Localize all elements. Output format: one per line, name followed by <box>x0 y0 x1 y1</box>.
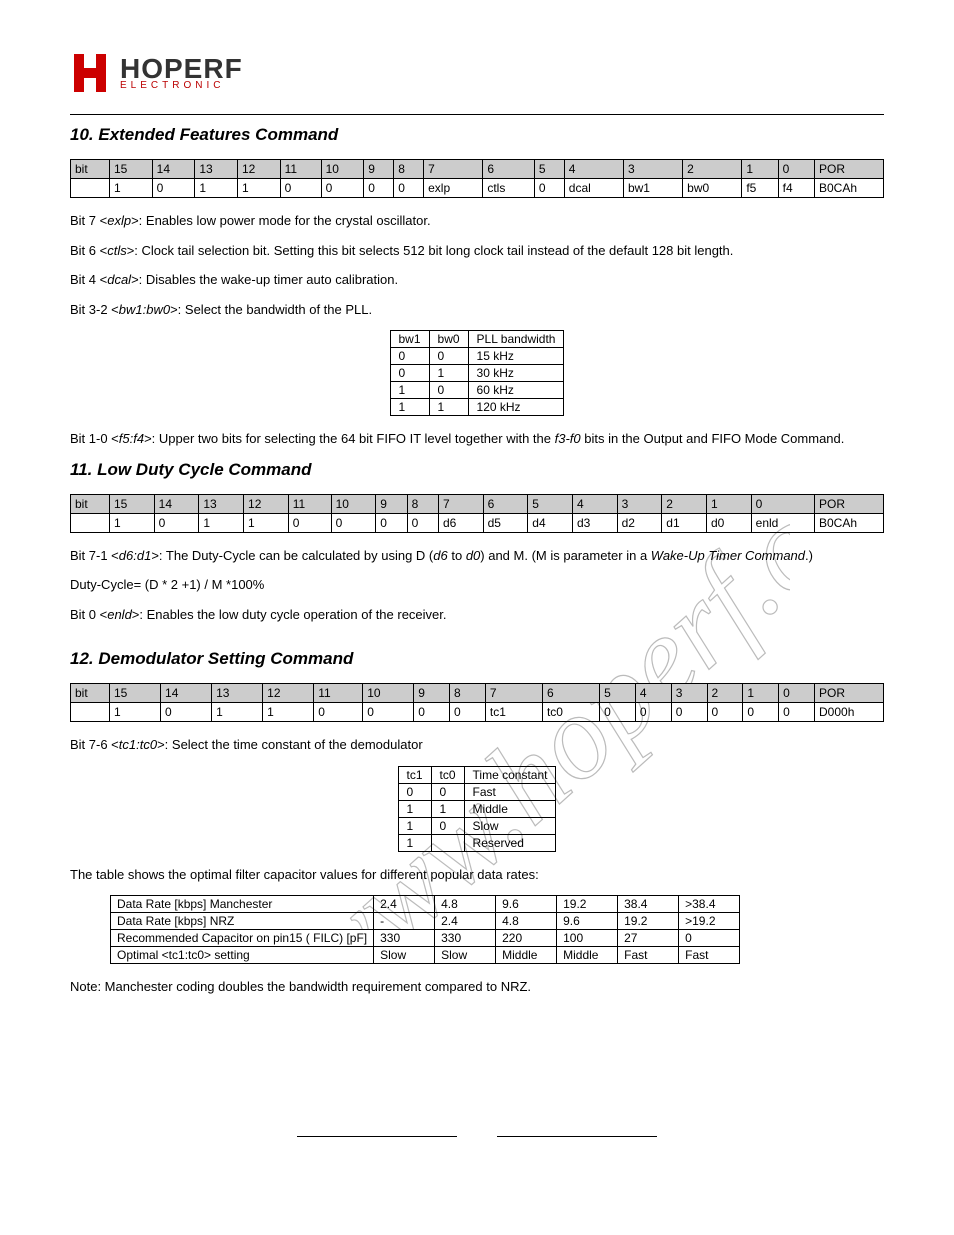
header-rule <box>70 114 884 115</box>
section-11-bit0: Bit 0 <enld>: Enables the low duty cycle… <box>70 606 884 624</box>
footer-lines <box>70 1136 884 1137</box>
section-11-heading: 11. Low Duty Cycle Command <box>70 460 884 480</box>
section-10-bit32: Bit 3-2 <bw1:bw0>: Select the bandwidth … <box>70 301 884 319</box>
section-11-formula: Duty-Cycle= (D * 2 +1) / M *100% <box>70 576 884 594</box>
section-10-bit6: Bit 6 <ctls>: Clock tail selection bit. … <box>70 242 884 260</box>
section-10-heading: 10. Extended Features Command <box>70 125 884 145</box>
section-10-bit7: Bit 7 <exlp>: Enables low power mode for… <box>70 212 884 230</box>
logo: HOPERF ELECTRONIC <box>70 50 884 96</box>
section-12-p2: The table shows the optimal filter capac… <box>70 866 884 884</box>
logo-icon <box>70 50 116 96</box>
section-12-bit76: Bit 7-6 <tc1:tc0>: Select the time const… <box>70 736 884 754</box>
section-10-bit10: Bit 1-0 <f5:f4>: Upper two bits for sele… <box>70 430 884 448</box>
section-12-heading: 12. Demodulator Setting Command <box>70 649 884 669</box>
section-10-bw-table: bw1bw0PLL bandwidth0015 kHz0130 kHz1060 … <box>390 330 565 416</box>
section-11-bit71: Bit 7-1 <d6:d1>: The Duty-Cycle can be c… <box>70 547 884 565</box>
section-12-note: Note: Manchester coding doubles the band… <box>70 978 884 996</box>
section-12-bit-table: bit1514131211109876543210POR 10110000tc1… <box>70 683 884 722</box>
logo-main: HOPERF <box>120 55 243 83</box>
section-12-rate-table: Data Rate [kbps] Manchester2.44.89.619.2… <box>110 895 740 964</box>
section-11-bit-table: bit1514131211109876543210POR 10110000d6d… <box>70 494 884 533</box>
section-10-bit-table: bit1514131211109876543210POR 10110000exl… <box>70 159 884 198</box>
logo-sub: ELECTRONIC <box>120 81 243 91</box>
section-10-bit4: Bit 4 <dcal>: Disables the wake-up timer… <box>70 271 884 289</box>
section-12-tc-table: tc1tc0Time constant00Fast11Middle10Slow1… <box>398 766 557 852</box>
